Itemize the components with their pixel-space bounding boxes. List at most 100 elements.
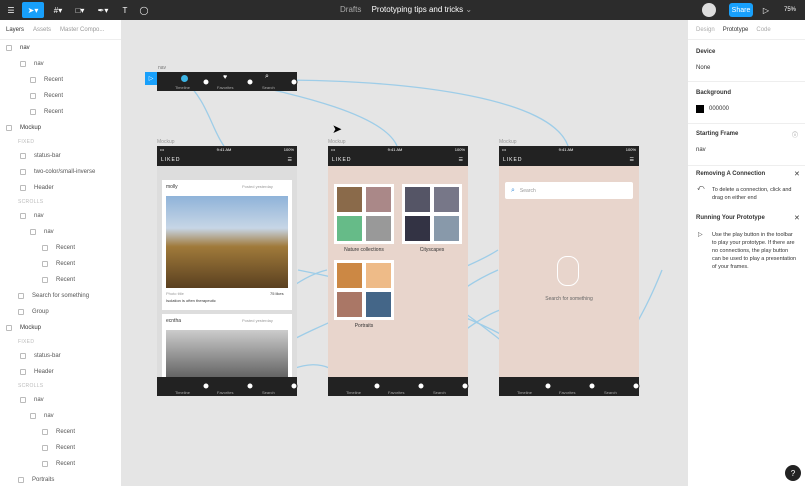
instance-icon <box>42 461 48 467</box>
layer-item[interactable]: status-bar <box>0 348 121 364</box>
layer-item[interactable]: Recent <box>0 88 121 104</box>
disconnect-icon: ⤺ <box>697 185 705 192</box>
layer-item[interactable]: nav <box>0 224 121 240</box>
share-button[interactable]: Share <box>729 3 753 17</box>
avatar[interactable] <box>702 3 716 17</box>
connection-handle <box>246 78 254 86</box>
close-icon[interactable]: ✕ <box>794 214 800 222</box>
layer-item[interactable]: nav <box>0 408 121 424</box>
breadcrumb: Drafts Prototyping tips and tricks ⌄ <box>340 5 472 14</box>
pen-tool-icon[interactable]: ✒▾ <box>94 2 112 18</box>
instance-icon <box>30 77 36 83</box>
chevron-down-icon[interactable]: ⌄ <box>465 5 472 14</box>
instance-icon <box>20 153 26 159</box>
device-select[interactable]: None <box>696 65 710 71</box>
background-swatch[interactable] <box>696 105 704 113</box>
connection-handle <box>632 382 640 390</box>
layer-item[interactable]: Search for something <box>0 288 121 304</box>
instance-icon <box>30 93 36 99</box>
instance-icon <box>20 397 26 403</box>
background-section: Background 000000 <box>688 82 805 124</box>
layer-item[interactable]: nav <box>0 56 121 72</box>
play-icon[interactable]: ▷ <box>760 2 772 18</box>
connection-handle <box>246 382 254 390</box>
starting-frame-select[interactable]: nav <box>696 147 706 153</box>
layer-item[interactable]: Recent <box>0 104 121 120</box>
connection-handle <box>417 382 425 390</box>
tab-code[interactable]: Code <box>756 27 770 33</box>
right-tabs: Design Prototype Code <box>688 20 805 40</box>
comment-tool-icon[interactable]: ◯ <box>137 2 151 18</box>
layer-item[interactable]: two-color/small-inverse <box>0 164 121 180</box>
background-hex[interactable]: 000000 <box>709 106 729 112</box>
layer-item[interactable]: Recent <box>0 72 121 88</box>
frame-icon <box>6 325 12 331</box>
connection-handles <box>202 78 640 390</box>
play-icon: ▷ <box>698 232 703 238</box>
instance-icon <box>42 261 48 267</box>
instance-icon <box>42 245 48 251</box>
tab-master-components[interactable]: Master Compo... <box>60 27 104 33</box>
layer-item[interactable]: Recent <box>0 240 121 256</box>
layers-panel: Layers Assets Master Compo... nav nav Re… <box>0 20 122 486</box>
removing-connection-header: Removing A Connection <box>696 171 766 177</box>
connection-handle <box>373 382 381 390</box>
drafts-link[interactable]: Drafts <box>340 5 361 14</box>
group-icon <box>18 309 24 315</box>
instance-icon <box>30 229 36 235</box>
zoom-level[interactable]: 75% <box>780 2 800 18</box>
layer-item[interactable]: Recent <box>0 456 121 472</box>
frame-icon <box>20 185 26 191</box>
instance-icon <box>42 277 48 283</box>
mouse-cursor-icon: ➤ <box>332 122 343 136</box>
tab-layers[interactable]: Layers <box>6 27 24 33</box>
instance-icon <box>30 109 36 115</box>
connection-handle <box>202 382 210 390</box>
close-icon[interactable]: ✕ <box>794 170 800 178</box>
help-icon[interactable]: ⓘ <box>792 130 798 139</box>
removing-connection-text: To delete a connection, click and drag o… <box>712 187 792 201</box>
text-tool-icon[interactable]: T <box>118 2 132 18</box>
canvas[interactable]: ▷ nav Timeline Favorites Search ♥ ⌕ Mock… <box>122 20 687 486</box>
text-icon <box>18 293 24 299</box>
layer-item[interactable]: status-bar <box>0 148 121 164</box>
tab-design[interactable]: Design <box>696 27 715 33</box>
text-icon <box>18 477 24 483</box>
layer-item[interactable]: Recent <box>0 440 121 456</box>
connection-handle <box>202 78 210 86</box>
frame-icon <box>6 125 12 131</box>
tab-prototype[interactable]: Prototype <box>723 27 749 33</box>
instance-icon <box>42 445 48 451</box>
tab-assets[interactable]: Assets <box>33 27 51 33</box>
component-icon <box>6 45 12 51</box>
instance-icon <box>20 213 26 219</box>
running-prototype-text: Use the play button in the toolbar to pl… <box>712 232 797 270</box>
prototype-panel: Design Prototype Code Device None Backgr… <box>687 20 805 486</box>
instance-icon <box>42 429 48 435</box>
instance-icon <box>20 61 26 67</box>
layer-item[interactable]: Portraits <box>0 472 121 486</box>
move-tool-icon[interactable]: ➤▾ <box>22 2 44 18</box>
file-title[interactable]: Prototyping tips and tricks <box>372 5 464 14</box>
running-prototype-header: Running Your Prototype <box>696 215 765 221</box>
instance-icon <box>20 169 26 175</box>
layer-item[interactable]: nav <box>0 40 121 56</box>
layer-item[interactable]: Recent <box>0 272 121 288</box>
shape-tool-icon[interactable]: □▾ <box>72 2 88 18</box>
layer-item[interactable]: Group <box>0 304 121 320</box>
menu-icon[interactable]: ☰ <box>4 2 18 18</box>
frame-tool-icon[interactable]: #▾ <box>48 2 68 18</box>
connection-handle <box>588 382 596 390</box>
device-section: Device None <box>688 40 805 82</box>
starting-frame-section: Starting Frame ⓘ nav <box>688 124 805 166</box>
layer-item[interactable]: Recent <box>0 424 121 440</box>
instance-icon <box>30 413 36 419</box>
help-button[interactable]: ? <box>785 465 801 481</box>
layer-item[interactable]: nav <box>0 208 121 224</box>
layer-item[interactable]: Recent <box>0 256 121 272</box>
frame-icon <box>20 369 26 375</box>
connection-handle <box>290 382 298 390</box>
left-tabs: Layers Assets Master Compo... <box>0 20 121 40</box>
connection-handle <box>544 382 552 390</box>
layer-item[interactable]: nav <box>0 392 121 408</box>
